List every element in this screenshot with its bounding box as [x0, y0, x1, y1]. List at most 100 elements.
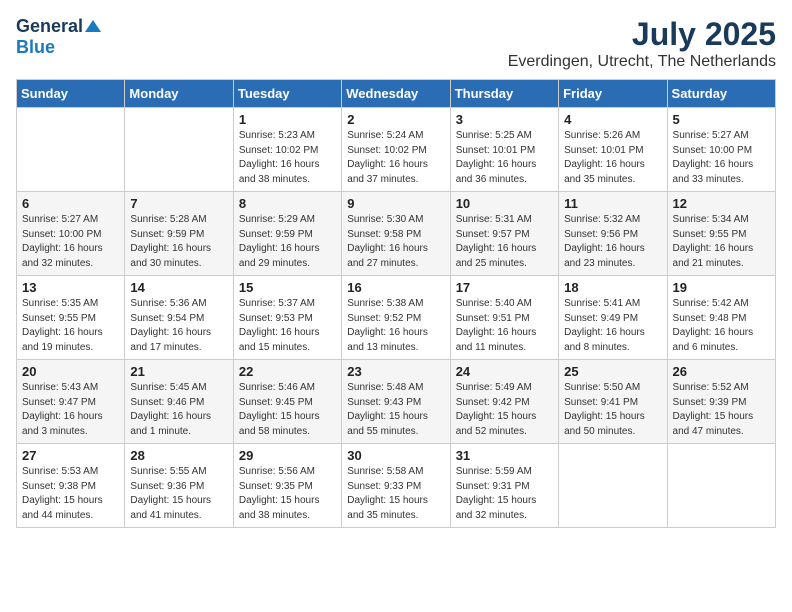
day-number: 22 — [239, 364, 336, 379]
day-info: Sunrise: 5:40 AM Sunset: 9:51 PM Dayligh… — [456, 297, 553, 355]
day-info: Sunrise: 5:32 AM Sunset: 9:56 PM Dayligh… — [564, 213, 661, 271]
calendar-cell: 15 Sunrise: 5:37 AM Sunset: 9:53 PM Dayli… — [233, 276, 341, 360]
calendar-cell: 12 Sunrise: 5:34 AM Sunset: 9:55 PM Dayli… — [667, 192, 775, 276]
calendar-cell: 14 Sunrise: 5:36 AM Sunset: 9:54 PM Dayli… — [125, 276, 233, 360]
day-number: 9 — [347, 196, 444, 211]
day-number: 1 — [239, 112, 336, 127]
calendar-cell: 1 Sunrise: 5:23 AM Sunset: 10:02 PM Dayli… — [233, 108, 341, 192]
day-number: 30 — [347, 448, 444, 463]
calendar-cell: 30 Sunrise: 5:58 AM Sunset: 9:33 PM Dayli… — [342, 444, 450, 528]
calendar-cell: 29Sunrise: 5:56 AM Sunset: 9:35 PM Dayli… — [233, 444, 341, 528]
day-info: Sunrise: 5:26 AM Sunset: 10:01 PM Daylig… — [564, 129, 661, 187]
day-info: Sunrise: 5:48 AM Sunset: 9:43 PM Dayligh… — [347, 381, 444, 439]
calendar-cell: 9Sunrise: 5:30 AM Sunset: 9:58 PM Daylig… — [342, 192, 450, 276]
day-info: Sunrise: 5:29 AM Sunset: 9:59 PM Dayligh… — [239, 213, 336, 271]
calendar-cell: 27 Sunrise: 5:53 AM Sunset: 9:38 PM Dayli… — [17, 444, 125, 528]
day-number: 11 — [564, 196, 661, 211]
day-info: Sunrise: 5:35 AM Sunset: 9:55 PM Dayligh… — [22, 297, 119, 355]
day-number: 2 — [347, 112, 444, 127]
col-header-tuesday: Tuesday — [233, 80, 341, 108]
day-number: 31 — [456, 448, 553, 463]
calendar-cell: 10 Sunrise: 5:31 AM Sunset: 9:57 PM Dayli… — [450, 192, 558, 276]
calendar-cell: 3 Sunrise: 5:25 AM Sunset: 10:01 PM Dayli… — [450, 108, 558, 192]
calendar-cell: 24 Sunrise: 5:49 AM Sunset: 9:42 PM Dayli… — [450, 360, 558, 444]
day-info: Sunrise: 5:43 AM Sunset: 9:47 PM Dayligh… — [22, 381, 119, 439]
calendar-cell: 6Sunrise: 5:27 AM Sunset: 10:00 PM Dayli… — [17, 192, 125, 276]
day-info: Sunrise: 5:46 AM Sunset: 9:45 PM Dayligh… — [239, 381, 336, 439]
day-number: 12 — [673, 196, 770, 211]
calendar-header-row: SundayMondayTuesdayWednesdayThursdayFrid… — [17, 80, 776, 108]
day-info: Sunrise: 5:31 AM Sunset: 9:57 PM Dayligh… — [456, 213, 553, 271]
day-info: Sunrise: 5:36 AM Sunset: 9:54 PM Dayligh… — [130, 297, 227, 355]
day-info: Sunrise: 5:28 AM Sunset: 9:59 PM Dayligh… — [130, 213, 227, 271]
day-number: 17 — [456, 280, 553, 295]
calendar-cell: 16 Sunrise: 5:38 AM Sunset: 9:52 PM Dayli… — [342, 276, 450, 360]
day-number: 23 — [347, 364, 444, 379]
day-info: Sunrise: 5:59 AM Sunset: 9:31 PM Dayligh… — [456, 465, 553, 523]
logo: General Blue — [16, 16, 101, 58]
calendar-cell — [125, 108, 233, 192]
calendar-week-row: 13Sunrise: 5:35 AM Sunset: 9:55 PM Dayli… — [17, 276, 776, 360]
day-number: 28 — [130, 448, 227, 463]
day-info: Sunrise: 5:24 AM Sunset: 10:02 PM Daylig… — [347, 129, 444, 187]
calendar-cell: 19 Sunrise: 5:42 AM Sunset: 9:48 PM Dayli… — [667, 276, 775, 360]
day-info: Sunrise: 5:34 AM Sunset: 9:55 PM Dayligh… — [673, 213, 770, 271]
calendar-cell: 23 Sunrise: 5:48 AM Sunset: 9:43 PM Dayli… — [342, 360, 450, 444]
logo-icon — [85, 18, 101, 34]
logo-general: General — [16, 16, 83, 37]
day-number: 5 — [673, 112, 770, 127]
day-info: Sunrise: 5:49 AM Sunset: 9:42 PM Dayligh… — [456, 381, 553, 439]
day-info: Sunrise: 5:55 AM Sunset: 9:36 PM Dayligh… — [130, 465, 227, 523]
day-number: 27 — [22, 448, 119, 463]
calendar-cell — [17, 108, 125, 192]
calendar-cell — [667, 444, 775, 528]
day-info: Sunrise: 5:27 AM Sunset: 10:00 PM Daylig… — [22, 213, 119, 271]
day-info: Sunrise: 5:41 AM Sunset: 9:49 PM Dayligh… — [564, 297, 661, 355]
day-number: 4 — [564, 112, 661, 127]
day-info: Sunrise: 5:25 AM Sunset: 10:01 PM Daylig… — [456, 129, 553, 187]
day-info: Sunrise: 5:37 AM Sunset: 9:53 PM Dayligh… — [239, 297, 336, 355]
day-number: 25 — [564, 364, 661, 379]
day-info: Sunrise: 5:27 AM Sunset: 10:00 PM Daylig… — [673, 129, 770, 187]
day-number: 14 — [130, 280, 227, 295]
day-number: 16 — [347, 280, 444, 295]
day-info: Sunrise: 5:42 AM Sunset: 9:48 PM Dayligh… — [673, 297, 770, 355]
col-header-thursday: Thursday — [450, 80, 558, 108]
col-header-saturday: Saturday — [667, 80, 775, 108]
day-info: Sunrise: 5:38 AM Sunset: 9:52 PM Dayligh… — [347, 297, 444, 355]
month-title: July 2025 — [508, 16, 776, 53]
day-number: 8 — [239, 196, 336, 211]
day-number: 21 — [130, 364, 227, 379]
calendar-table: SundayMondayTuesdayWednesdayThursdayFrid… — [16, 79, 776, 528]
calendar-cell — [559, 444, 667, 528]
calendar-cell: 17 Sunrise: 5:40 AM Sunset: 9:51 PM Dayli… — [450, 276, 558, 360]
calendar-week-row: 1 Sunrise: 5:23 AM Sunset: 10:02 PM Dayli… — [17, 108, 776, 192]
day-number: 26 — [673, 364, 770, 379]
day-number: 24 — [456, 364, 553, 379]
calendar-cell: 25Sunrise: 5:50 AM Sunset: 9:41 PM Dayli… — [559, 360, 667, 444]
col-header-friday: Friday — [559, 80, 667, 108]
calendar-cell: 13Sunrise: 5:35 AM Sunset: 9:55 PM Dayli… — [17, 276, 125, 360]
calendar-cell: 11 Sunrise: 5:32 AM Sunset: 9:56 PM Dayli… — [559, 192, 667, 276]
day-number: 29 — [239, 448, 336, 463]
day-number: 19 — [673, 280, 770, 295]
day-number: 10 — [456, 196, 553, 211]
calendar-cell: 22 Sunrise: 5:46 AM Sunset: 9:45 PM Dayli… — [233, 360, 341, 444]
calendar-week-row: 6Sunrise: 5:27 AM Sunset: 10:00 PM Dayli… — [17, 192, 776, 276]
day-number: 7 — [130, 196, 227, 211]
calendar-cell: 26Sunrise: 5:52 AM Sunset: 9:39 PM Dayli… — [667, 360, 775, 444]
day-number: 20 — [22, 364, 119, 379]
calendar-cell: 31 Sunrise: 5:59 AM Sunset: 9:31 PM Dayli… — [450, 444, 558, 528]
day-info: Sunrise: 5:58 AM Sunset: 9:33 PM Dayligh… — [347, 465, 444, 523]
day-info: Sunrise: 5:45 AM Sunset: 9:46 PM Dayligh… — [130, 381, 227, 439]
day-info: Sunrise: 5:53 AM Sunset: 9:38 PM Dayligh… — [22, 465, 119, 523]
title-block: July 2025 Everdingen, Utrecht, The Nethe… — [508, 16, 776, 71]
calendar-cell: 5 Sunrise: 5:27 AM Sunset: 10:00 PM Dayli… — [667, 108, 775, 192]
page-header: General Blue July 2025 Everdingen, Utrec… — [16, 16, 776, 71]
day-number: 3 — [456, 112, 553, 127]
day-info: Sunrise: 5:23 AM Sunset: 10:02 PM Daylig… — [239, 129, 336, 187]
col-header-sunday: Sunday — [17, 80, 125, 108]
day-number: 15 — [239, 280, 336, 295]
location-title: Everdingen, Utrecht, The Netherlands — [508, 53, 776, 71]
calendar-cell: 21 Sunrise: 5:45 AM Sunset: 9:46 PM Dayli… — [125, 360, 233, 444]
